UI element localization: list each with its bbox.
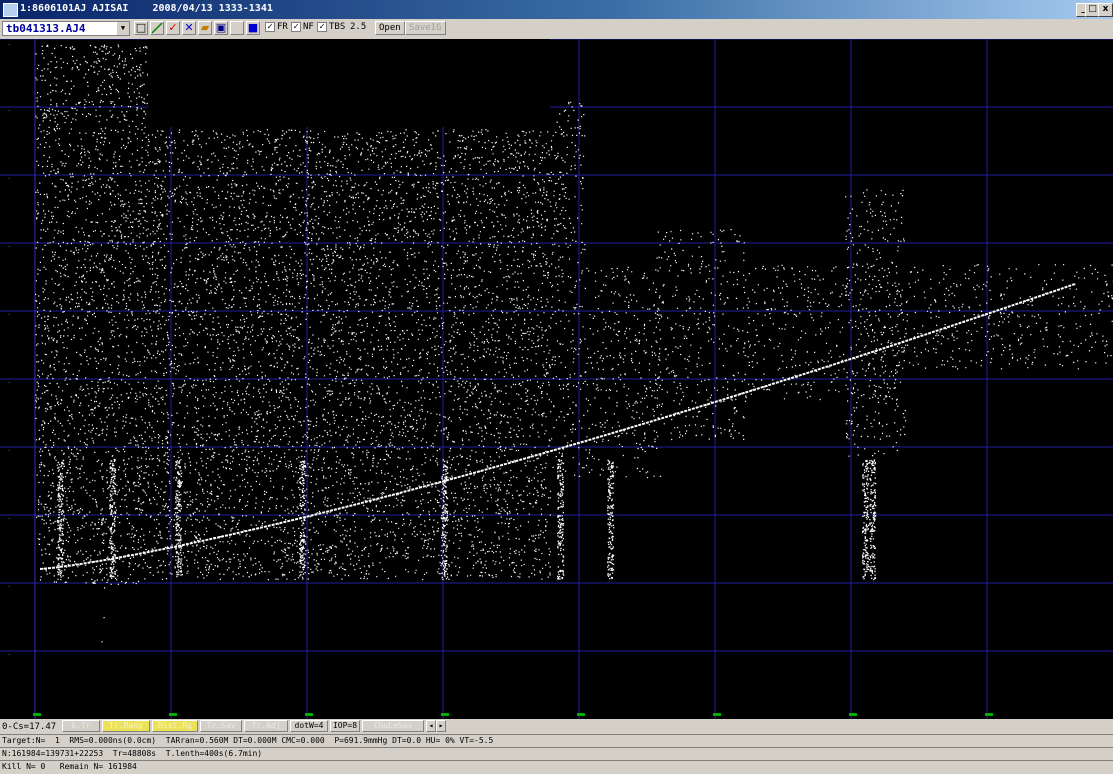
app-icon xyxy=(3,3,18,17)
residual-noise-dots xyxy=(35,44,1113,643)
status-button-3[interactable]: Tr.Sav xyxy=(200,720,242,732)
status-button-1[interactable]: Tr.Rang xyxy=(102,720,150,732)
target-status-line: Target:N= 1 RMS=0.000ns(0.0cm) TARran=0.… xyxy=(2,736,494,745)
cs-readout: 0-Cs=17.47 xyxy=(2,722,57,732)
y-tick-label: · xyxy=(7,447,12,455)
file-name: tb041313.AJ4 xyxy=(6,22,86,35)
folder-icon[interactable]: ▰ xyxy=(198,21,212,35)
y-tick-label: · xyxy=(7,107,12,115)
fr-label: FR xyxy=(277,22,288,32)
save-ig-button[interactable]: SaveIG xyxy=(405,21,446,35)
window-title: 1:8606101AJ AJISAI 2008/04/13 1333-1341 xyxy=(20,3,273,14)
fr-checkbox[interactable]: ✓ xyxy=(265,22,275,32)
toolbar: tb041313.AJ4 ▼ □ ✓ ✕ ▰ ▣ ■ ✓ FR ✓ NF ✓ T… xyxy=(0,19,1113,39)
plot-canvas xyxy=(0,39,1113,719)
divider xyxy=(0,734,1113,735)
kill-status-line: Kill N= 0 Remain N= 161984 xyxy=(2,762,137,771)
y-tick-label: · xyxy=(7,41,12,49)
tbs-label: TBS xyxy=(329,22,346,32)
blank-icon[interactable] xyxy=(230,21,244,35)
y-tick-label: · xyxy=(7,311,12,319)
nf-label: NF xyxy=(303,22,314,32)
y-tick-label: · xyxy=(7,175,12,183)
status-button-0[interactable]: k.Tr xyxy=(62,720,100,732)
status-button-2[interactable]: Hist.Rg xyxy=(152,720,198,732)
status-button-6[interactable]: IOP=8 xyxy=(330,720,360,732)
arrow-right-icon[interactable]: ▸ xyxy=(436,720,446,732)
y-tick-label: · xyxy=(7,243,12,251)
y-tick-label: · xyxy=(7,651,12,659)
line-icon[interactable] xyxy=(150,21,164,35)
title-bar: 1:8606101AJ AJISAI 2008/04/13 1333-1341 … xyxy=(0,0,1113,19)
check-icon[interactable]: ✓ xyxy=(166,21,180,35)
open-button[interactable]: Open xyxy=(375,21,405,35)
status-panel: 0-Cs=17.47 k.Tr Tr.Rang Hist.Rg Tr.Sav Tr.Ad… xyxy=(0,719,1113,774)
count-status-line: N:161984=139731+22253 Tr=48808s T.lenth=… xyxy=(2,749,263,758)
residual-plot[interactable]: · · · · · · · · · · xyxy=(0,39,1113,719)
file-select[interactable]: tb041313.AJ4 ▼ xyxy=(2,21,130,36)
residual-trace xyxy=(39,283,1076,570)
status-button-5[interactable]: dotW=4 xyxy=(290,720,328,732)
plot-grid xyxy=(0,39,1113,719)
close-button[interactable]: x xyxy=(1098,3,1113,17)
divider xyxy=(0,760,1113,761)
square-icon[interactable]: □ xyxy=(134,21,148,35)
tbs-checkbox[interactable]: ✓ xyxy=(317,22,327,32)
status-button-4[interactable]: Tr.Adj xyxy=(244,720,288,732)
arrow-left-icon[interactable]: ◂ xyxy=(426,720,436,732)
divider xyxy=(0,747,1113,748)
save-icon[interactable]: ▣ xyxy=(214,21,228,35)
x-icon[interactable]: ✕ xyxy=(182,21,196,35)
stop-icon[interactable]: ■ xyxy=(246,21,260,35)
y-tick-label: · xyxy=(7,379,12,387)
nf-checkbox[interactable]: ✓ xyxy=(291,22,301,32)
y-tick-label: · xyxy=(7,515,12,523)
y-tick-label: · xyxy=(7,583,12,591)
tbs-value[interactable]: 2.5 xyxy=(350,22,366,32)
chevron-down-icon[interactable]: ▼ xyxy=(117,22,129,35)
status-button-7[interactable]: ChuLeSav xyxy=(362,720,424,732)
